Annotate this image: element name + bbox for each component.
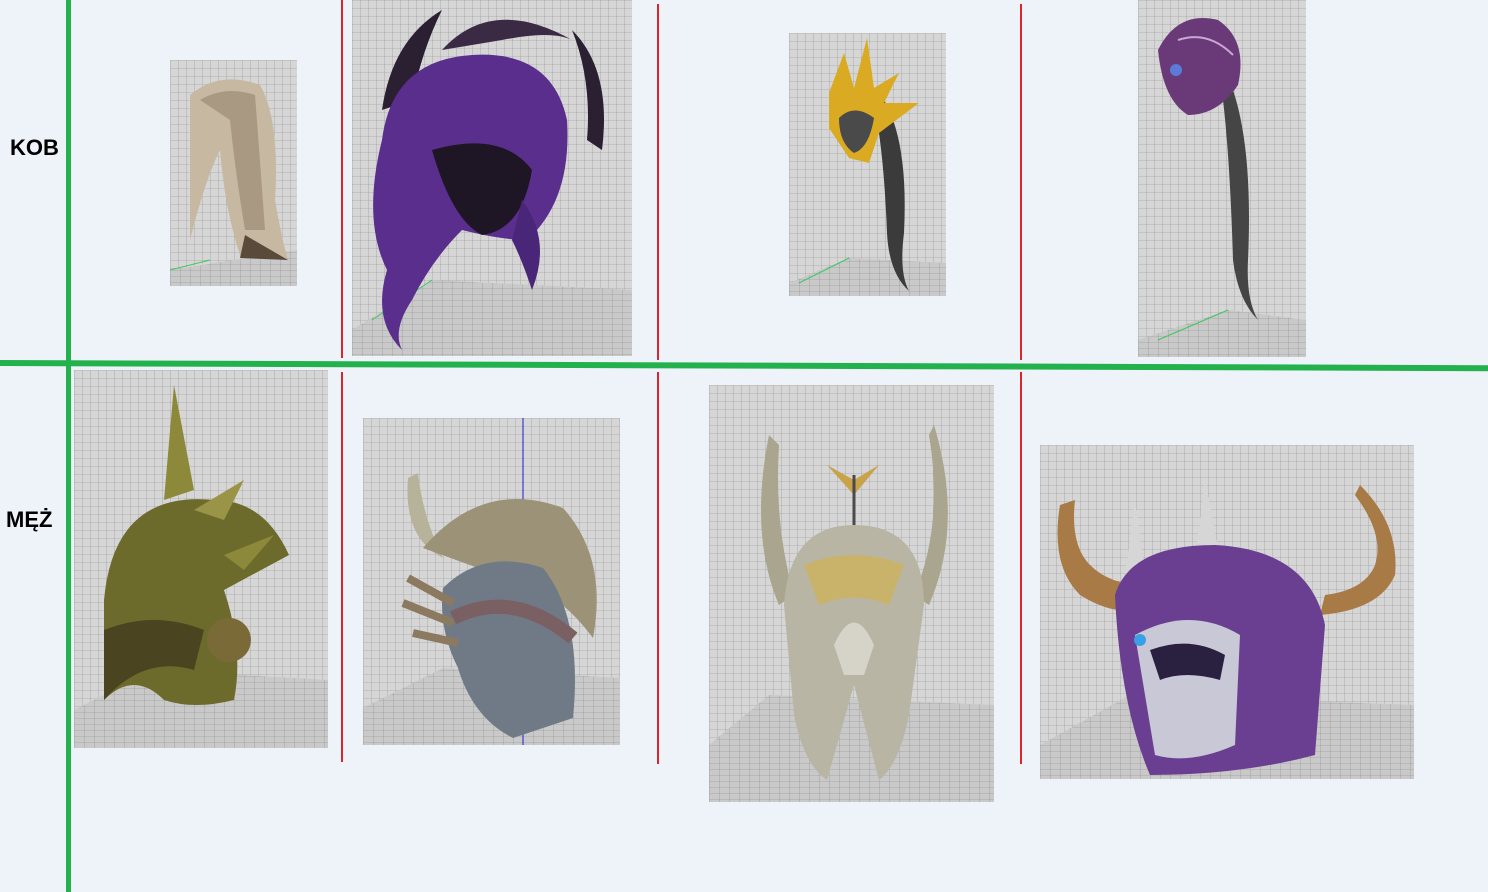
row-label-female: KOB xyxy=(10,135,59,160)
column-divider-1-top xyxy=(341,0,343,358)
thumbnail-golden-crown-braid[interactable] xyxy=(789,33,946,296)
column-divider-3-bottom xyxy=(1020,372,1022,764)
column-divider-2-top xyxy=(657,4,659,360)
row-label-male: MĘŻ xyxy=(6,507,53,532)
thumbnail-purple-horned-hair[interactable] xyxy=(352,0,632,356)
thumbnail-olive-spiked-helmet[interactable] xyxy=(74,370,328,748)
thumbnail-blonde-hair[interactable] xyxy=(170,60,297,286)
thumbnail-silver-winged-helmet[interactable] xyxy=(709,385,994,802)
thumbnail-bone-horn-helmet[interactable] xyxy=(363,418,620,745)
column-divider-3-top xyxy=(1020,4,1022,360)
vertical-divider-green xyxy=(66,0,71,892)
column-divider-2-bottom xyxy=(657,372,659,764)
column-divider-1-bottom xyxy=(341,372,343,762)
thumbnail-purple-helm-braid[interactable] xyxy=(1138,0,1306,357)
thumbnail-purple-horned-helmet[interactable] xyxy=(1040,445,1414,779)
